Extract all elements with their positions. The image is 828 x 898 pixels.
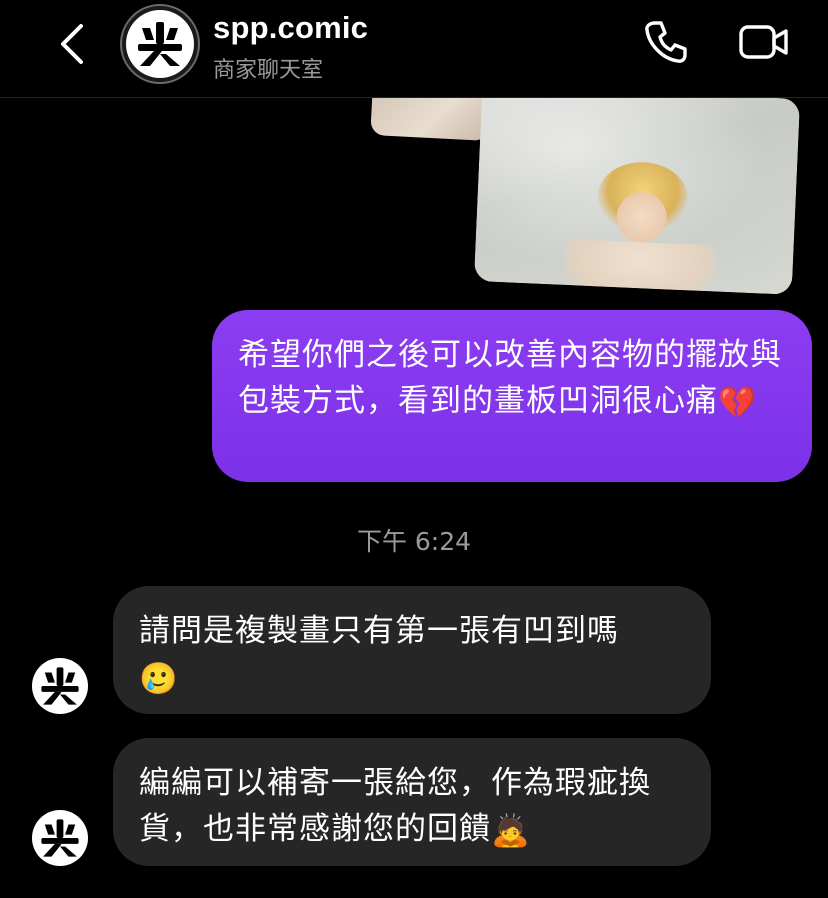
video-camera-icon (739, 25, 788, 59)
back-button[interactable] (48, 16, 96, 72)
brand-logo-icon (41, 819, 79, 857)
video-call-button[interactable] (734, 18, 794, 66)
bowing-person-icon: 🙇 (491, 812, 531, 849)
brand-logo-icon (138, 22, 182, 66)
chat-header: spp.comic 商家聊天室 (0, 0, 828, 98)
message-text: 請問是複製畫只有第一張有凹到嗎 (139, 613, 619, 649)
phone-icon (645, 21, 687, 63)
contact-subtitle: 商家聊天室 (213, 58, 324, 83)
outgoing-message-bubble[interactable]: 希望你們之後可以改善內容物的擺放與包裝方式，看到的畫板凹洞很心痛💔 (212, 310, 812, 482)
chevron-left-icon (61, 24, 83, 64)
message-text: 希望你們之後可以改善內容物的擺放與包裝方式，看到的畫板凹洞很心痛 (238, 337, 782, 419)
broken-heart-icon: 💔 (718, 384, 758, 421)
photo-artwork[interactable] (473, 98, 801, 295)
contact-name[interactable]: spp.comic (213, 10, 368, 46)
incoming-message-bubble[interactable]: 編編可以補寄一張給您，作為瑕疵換貨，也非常感謝您的回饋🙇 (113, 738, 711, 866)
timestamp: 下午 6:24 (356, 527, 472, 556)
incoming-message-bubble[interactable]: 請問是複製畫只有第一張有凹到嗎 🥲 (113, 586, 711, 714)
chat-screen: spp.comic 商家聊天室 希望你們之後可以改善內容物的擺放與包裝方式，看到… (0, 0, 828, 898)
message-text: 編編可以補寄一張給您，作為瑕疵換貨，也非常感謝您的回饋 (139, 765, 651, 847)
photo-thumbnail[interactable] (370, 98, 492, 142)
shared-photo-message[interactable] (0, 98, 828, 308)
artwork-body (563, 238, 716, 295)
call-button[interactable] (638, 18, 694, 66)
avatar[interactable] (32, 658, 88, 714)
avatar[interactable] (120, 4, 200, 84)
brand-logo-icon (41, 667, 79, 705)
smiling-face-with-tear-icon: 🥲 (139, 660, 179, 697)
avatar[interactable] (32, 810, 88, 866)
